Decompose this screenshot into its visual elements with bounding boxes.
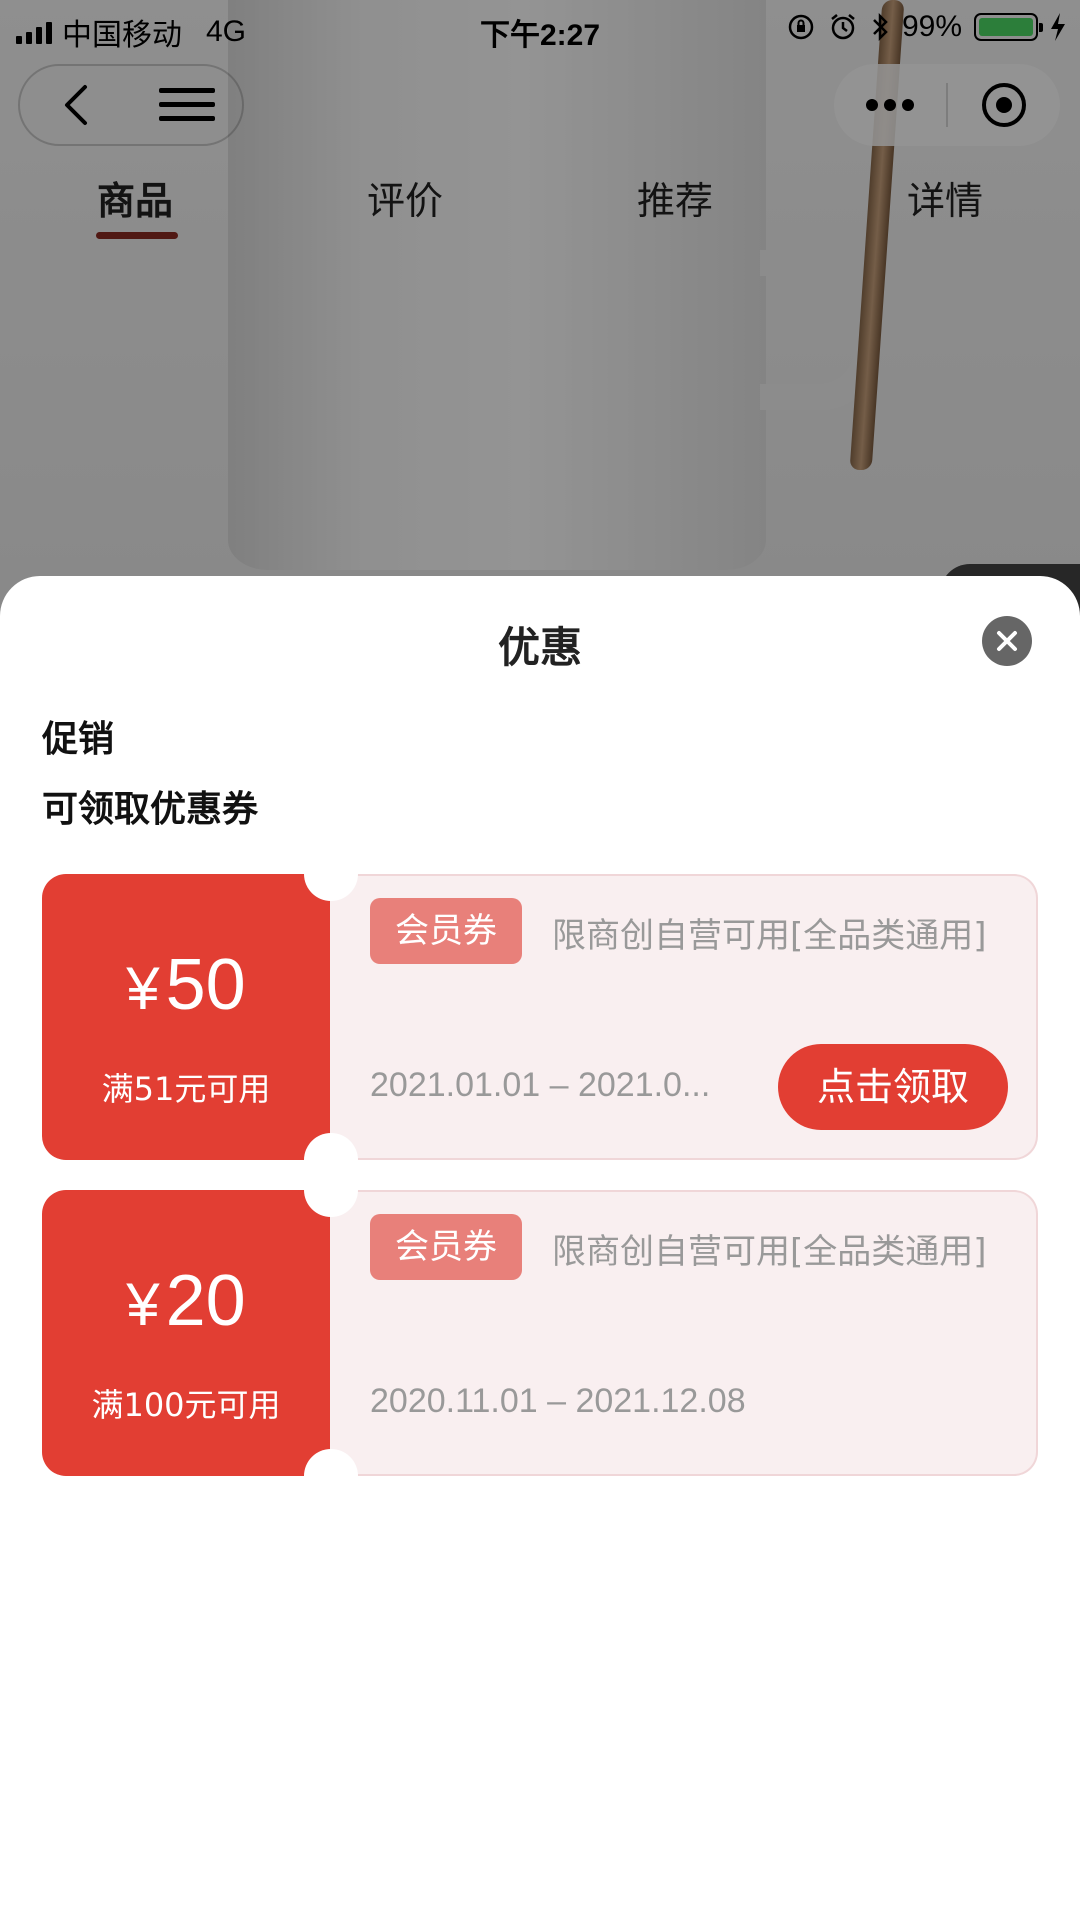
product-page-background: 中国移动 4G 下午2:27 99% 商品 评价 推荐 详情 xyxy=(0,0,1080,640)
coupon-notch-bottom xyxy=(304,1449,358,1503)
coupons-label: 可领取优惠券 xyxy=(42,789,259,830)
member-coupon-badge: 会员券 xyxy=(370,898,522,964)
currency-symbol: ¥ xyxy=(126,955,160,1022)
close-icon xyxy=(997,631,1017,651)
coupon-sheet: 优惠 促销 可领取优惠券 ¥50 满51元可用 限商创自营可用[全品类通用] 会… xyxy=(0,576,1080,1920)
coupon-notch-top xyxy=(304,1163,358,1217)
coupon-condition: 满51元可用 xyxy=(101,1070,271,1108)
promotion-label: 促销 xyxy=(42,719,115,760)
coupon-info-panel: 限商创自营可用[全品类通用] 会员券 2021.01.01 – 2021.0..… xyxy=(330,874,1038,1160)
coupon-amount-value: 50 xyxy=(165,945,246,1025)
coupon-amount-value: 20 xyxy=(165,1261,246,1341)
coupon-condition: 满100元可用 xyxy=(91,1386,281,1424)
coupon-amount: ¥20 xyxy=(42,1260,330,1342)
coupon-value-panel: ¥20 满100元可用 xyxy=(42,1190,330,1476)
currency-symbol: ¥ xyxy=(126,1271,160,1338)
claim-coupon-button[interactable]: 点击领取 xyxy=(778,1044,1008,1130)
modal-overlay[interactable] xyxy=(0,0,1080,640)
coupon-dates: 2020.11.01 – 2021.12.08 xyxy=(370,1382,746,1420)
coupon-dates: 2021.01.01 – 2021.0... xyxy=(370,1066,711,1104)
close-button[interactable] xyxy=(982,616,1032,666)
coupon-info-panel: 限商创自营可用[全品类通用] 会员券 2020.11.01 – 2021.12.… xyxy=(330,1190,1038,1476)
coupon-value-panel: ¥50 满51元可用 xyxy=(42,874,330,1160)
coupon-amount: ¥50 xyxy=(42,944,330,1026)
member-coupon-badge: 会员券 xyxy=(370,1214,522,1280)
sheet-title: 优惠 xyxy=(497,623,582,672)
coupon-card: ¥20 满100元可用 限商创自营可用[全品类通用] 会员券 2020.11.0… xyxy=(42,1163,1038,1503)
coupon-notch-top xyxy=(304,847,358,901)
coupon-card: ¥50 满51元可用 限商创自营可用[全品类通用] 会员券 2021.01.01… xyxy=(42,847,1038,1187)
